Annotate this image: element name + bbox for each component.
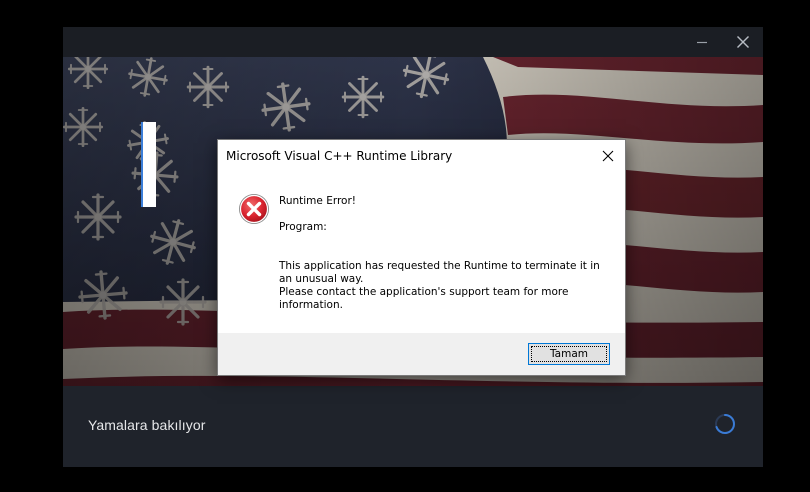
background-window-edge bbox=[141, 122, 156, 207]
dialog-button-bar: Tamam bbox=[218, 333, 625, 375]
message-line: an unusual way. bbox=[279, 273, 364, 285]
runtime-error-dialog: Microsoft Visual C++ Runtime Library Run… bbox=[217, 139, 626, 376]
minimize-icon bbox=[697, 41, 707, 44]
close-button[interactable] bbox=[726, 27, 760, 57]
dialog-close-button[interactable] bbox=[598, 146, 618, 166]
message-line: This application has requested the Runti… bbox=[279, 260, 600, 272]
close-icon bbox=[737, 36, 749, 48]
status-text: Yamalara bakılıyor bbox=[88, 417, 206, 433]
error-icon bbox=[239, 194, 269, 224]
error-heading: Runtime Error! bbox=[279, 195, 356, 207]
ok-button-label: Tamam bbox=[549, 348, 588, 360]
launcher-footer: Yamalara bakılıyor bbox=[63, 386, 763, 467]
ok-button[interactable]: Tamam bbox=[528, 343, 610, 365]
message-line: Please contact the application's support… bbox=[279, 286, 569, 298]
dialog-title: Microsoft Visual C++ Runtime Library bbox=[226, 149, 453, 163]
program-label: Program: bbox=[279, 221, 327, 233]
minimize-button[interactable] bbox=[685, 27, 719, 57]
title-bar[interactable] bbox=[63, 27, 763, 57]
close-icon bbox=[602, 150, 614, 162]
error-message: This application has requested the Runti… bbox=[279, 260, 609, 312]
loading-spinner-icon bbox=[715, 414, 735, 434]
message-line: information. bbox=[279, 299, 343, 311]
